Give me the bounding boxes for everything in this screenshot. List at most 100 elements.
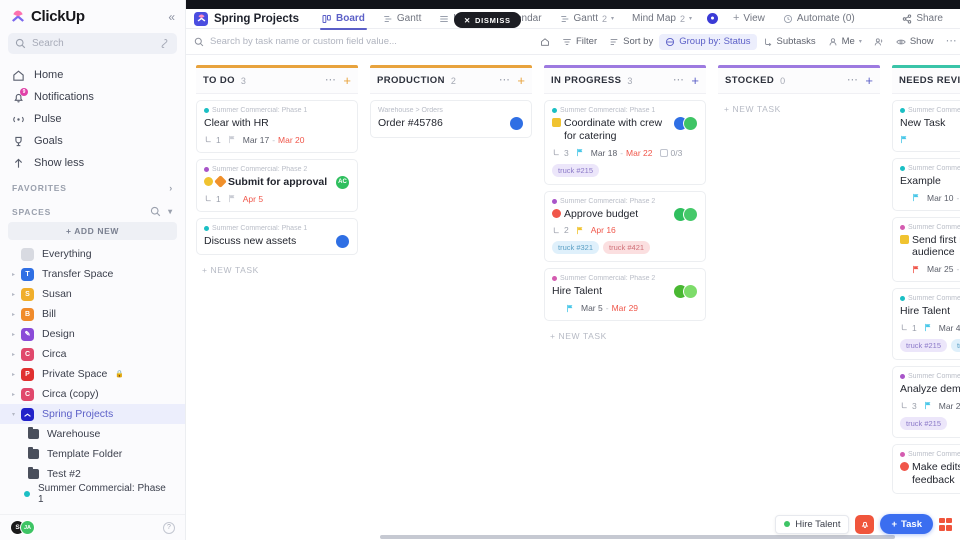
add-new-space-button[interactable]: + ADD NEW [8, 222, 177, 240]
command-icon[interactable] [159, 38, 170, 49]
card-flag[interactable] [228, 135, 236, 144]
question-mark-icon[interactable]: ? [163, 521, 175, 534]
me-button[interactable]: Me ▾ [822, 34, 868, 50]
sidebar-item-home[interactable]: Home [0, 64, 185, 86]
card-flag[interactable] [900, 135, 908, 144]
expand-caret[interactable]: ▸ [12, 351, 17, 358]
expand-caret[interactable]: ▸ [12, 331, 17, 338]
sidebar-search[interactable] [8, 33, 177, 54]
dismiss-button[interactable]: ✕ DISMISS [454, 12, 521, 28]
sidebar-item-template-folder[interactable]: Template Folder [0, 444, 185, 464]
sidebar-item-test-2[interactable]: Test #2 [0, 464, 185, 484]
sidebar-item-warehouse[interactable]: Warehouse [0, 424, 185, 444]
card-avatars[interactable]: AC [335, 174, 350, 190]
card-flag[interactable] [228, 194, 236, 203]
chevron-down-icon[interactable]: ▾ [611, 15, 614, 22]
chevron-down-icon[interactable]: ▾ [689, 15, 692, 22]
expand-caret[interactable]: ▸ [12, 291, 17, 298]
favorites-header[interactable]: Favorites › [0, 174, 185, 197]
card-flag[interactable] [924, 401, 932, 410]
tab-gantt[interactable]: Gantt [374, 9, 430, 29]
card-dates[interactable]: Apr 5 [243, 194, 263, 204]
info-icon[interactable]: ● [706, 13, 718, 24]
task-card[interactable]: Warehouse > Orders Order #45786 [370, 100, 532, 138]
expand-caret[interactable]: ▸ [12, 311, 17, 318]
tag[interactable]: truck #321 [552, 241, 600, 255]
expand-caret[interactable]: ▸ [12, 271, 17, 278]
sidebar-item-private-space[interactable]: ▸ P Private Space 🔒 [0, 364, 185, 384]
sidebar-item-goals[interactable]: Goals [0, 130, 185, 152]
add-view-button[interactable]: + View [724, 9, 774, 29]
hire-talent-pill[interactable]: Hire Talent [775, 514, 850, 534]
card-dates[interactable]: Mar 25 - M [927, 264, 960, 274]
expand-caret[interactable]: ▸ [12, 371, 17, 378]
search-input[interactable] [32, 38, 153, 49]
card-avatars[interactable] [673, 116, 698, 131]
sidebar-item-everything[interactable]: Everything [0, 244, 185, 264]
filter-button[interactable]: Filter [556, 34, 603, 50]
sidebar-item-bill[interactable]: ▸ B Bill [0, 304, 185, 324]
tab-mind-map[interactable]: Mind Map 2 ▾ [623, 9, 701, 29]
task-card[interactable]: Summer Commercial: Send first mock for t… [892, 216, 960, 283]
notification-button[interactable] [855, 514, 875, 534]
card-flag[interactable] [576, 148, 584, 157]
chevron-double-left-icon[interactable]: « [168, 10, 175, 24]
horizontal-scrollbar[interactable] [372, 534, 960, 540]
task-card[interactable]: Summer Commercial: Example Mar 10 - [892, 157, 960, 211]
sidebar-item-circa-copy[interactable]: ▸ C Circa (copy) [0, 384, 185, 404]
card-avatars[interactable] [335, 233, 350, 249]
chevron-right-icon[interactable]: › [169, 183, 173, 193]
expand-caret[interactable]: ▾ [12, 411, 17, 418]
task-card[interactable]: Summer Commercial: Phase 1 Coordinate wi… [544, 100, 706, 185]
card-flag[interactable] [924, 323, 932, 332]
task-card[interactable]: Summer Commercial: Phase 2 Hire Talent M… [544, 268, 706, 322]
task-card[interactable]: Summer Commercial: Make edits based on f… [892, 443, 960, 495]
sidebar-item-show-less[interactable]: Show less [0, 152, 185, 174]
search-icon[interactable] [150, 206, 161, 217]
column-add-task-icon[interactable]: + [691, 74, 699, 87]
tab-board[interactable]: Board [313, 9, 374, 30]
column-more-icon[interactable]: ⋯ [847, 75, 859, 86]
show-button[interactable]: Show [890, 34, 940, 50]
home-button[interactable] [534, 34, 556, 49]
sidebar-item-design[interactable]: ▸ ✎ Design [0, 324, 185, 344]
assignees-button[interactable] [868, 34, 890, 49]
more-options-button[interactable]: ⋯ [940, 34, 960, 50]
card-flag[interactable] [912, 193, 920, 202]
task-card[interactable]: Summer Commercial: Hire Talent 1 [892, 288, 960, 360]
card-flag[interactable] [576, 226, 584, 235]
task-search-input[interactable] [210, 36, 510, 47]
add-new-task-todo[interactable]: + NEW TASK [196, 261, 358, 279]
apps-grid-icon[interactable] [939, 517, 952, 531]
sidebar-item-circa[interactable]: ▸ C Circa [0, 344, 185, 364]
column-more-icon[interactable]: ⋯ [325, 75, 337, 86]
card-dates[interactable]: Mar 17 - Mar 20 [243, 135, 305, 145]
tag[interactable]: truck #421 [603, 241, 651, 255]
card-avatars[interactable] [673, 206, 698, 222]
card-flag[interactable] [912, 265, 920, 274]
sidebar-item-summer-commercial-phase-1[interactable]: Summer Commercial: Phase 1 [0, 483, 185, 505]
avatar[interactable] [509, 116, 524, 131]
card-avatars[interactable] [673, 284, 698, 300]
sidebar-item-pulse[interactable]: Pulse [0, 108, 185, 130]
column-more-icon[interactable]: ⋯ [499, 75, 511, 86]
task-card[interactable]: Summer Commercial: Phase 1 Discuss new a… [196, 217, 358, 256]
brand[interactable]: ClickUp [10, 8, 85, 25]
subtasks-button[interactable]: Subtasks [757, 34, 822, 50]
tab-gantt-2[interactable]: Gantt 2 ▾ [551, 9, 624, 29]
card-dates[interactable]: Mar 10 - Ma [927, 193, 960, 203]
add-new-task-stocked[interactable]: + NEW TASK [718, 100, 880, 118]
avatar[interactable] [683, 284, 698, 300]
share-button[interactable]: Share [893, 9, 952, 29]
card-dates[interactable]: Apr 16 [591, 225, 616, 235]
card-flag[interactable] [566, 304, 574, 313]
sidebar-item-susan[interactable]: ▸ S Susan [0, 284, 185, 304]
sidebar-item-notifications[interactable]: 9 Notifications [0, 86, 185, 108]
column-more-icon[interactable]: ⋯ [673, 75, 685, 86]
chevron-down-icon[interactable]: ▾ [168, 207, 173, 216]
tag[interactable]: truck #215 [900, 416, 948, 430]
task-card[interactable]: Summer Commercial: Phase 2 Submit for ap… [196, 158, 358, 212]
card-dates[interactable]: Mar 18 - Mar 22 [591, 148, 653, 158]
avatar-group[interactable]: S JA [10, 520, 35, 535]
tag[interactable]: truck #215 [900, 338, 948, 352]
